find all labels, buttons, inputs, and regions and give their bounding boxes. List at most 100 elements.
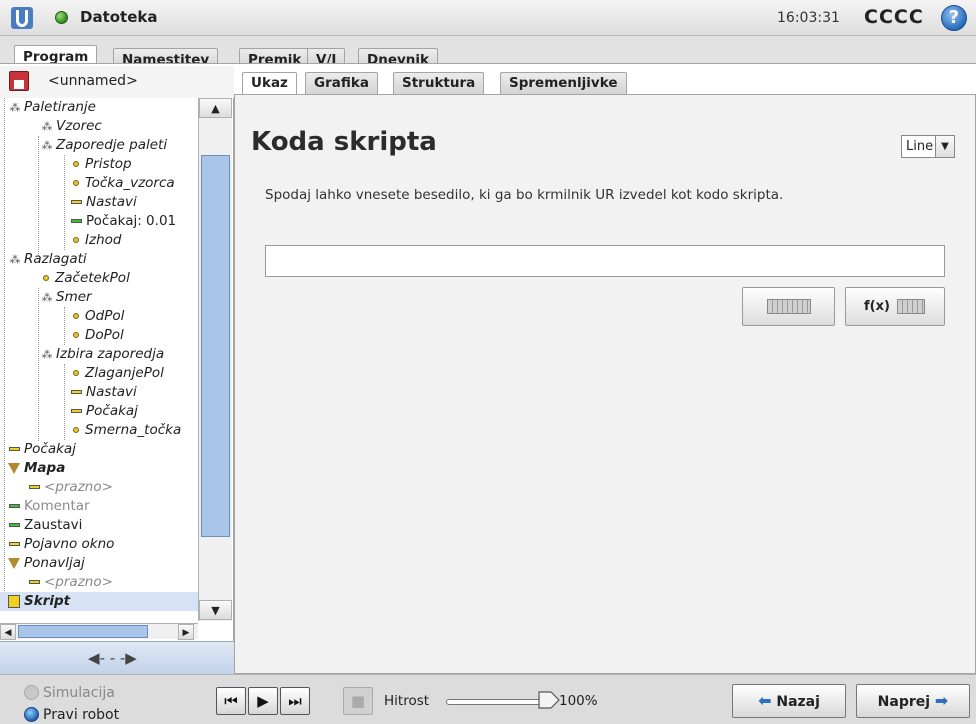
program-name: <unnamed> xyxy=(48,73,138,89)
arrow-left-icon: ⬅ xyxy=(758,691,772,710)
tab-graphics[interactable]: Grafika xyxy=(305,72,378,94)
group-node-icon xyxy=(40,288,54,307)
empty-slot-icon xyxy=(29,485,40,489)
tree-item[interactable]: ZlaganjePol xyxy=(70,364,164,383)
tree-item[interactable]: Smerna_točka xyxy=(70,421,181,440)
tree-item[interactable]: Smer xyxy=(40,288,92,307)
scroll-up-icon[interactable]: ▲ xyxy=(199,98,232,118)
comment-icon xyxy=(9,504,20,508)
program-header: <unnamed> xyxy=(0,66,234,98)
footer-bar: Simulacija Pravi robot ⏮ ▶ ⏭ ■ Hitrost 1… xyxy=(0,674,976,724)
tab-command[interactable]: Ukaz xyxy=(242,72,297,94)
keyboard-icon xyxy=(767,299,811,314)
radio-icon xyxy=(24,707,39,722)
mode-select[interactable]: Line ▼ xyxy=(901,135,955,158)
tree-horizontal-scrollbar[interactable]: ◀ ▶ xyxy=(0,623,198,640)
tree-vertical-scrollbar[interactable]: ▲ ▼ xyxy=(198,98,232,621)
slider-handle-icon[interactable] xyxy=(538,691,560,709)
tree-item[interactable]: Počakaj xyxy=(70,402,138,421)
tree-item[interactable]: Paletiranje xyxy=(8,98,96,117)
tree-item[interactable]: Mapa xyxy=(8,459,65,478)
tree-item[interactable]: Točka_vzorca xyxy=(70,174,175,193)
back-button[interactable]: ⬅ Nazaj xyxy=(732,684,846,718)
speed-value: 100% xyxy=(559,693,598,709)
chevron-down-icon: ▼ xyxy=(935,136,954,157)
robot-name: CCCC xyxy=(864,6,924,28)
tree-item[interactable]: Nastavi xyxy=(70,193,137,212)
tree-item[interactable]: Počakaj: 0.01 xyxy=(70,212,176,231)
tree-item[interactable]: ZačetekPol xyxy=(40,269,130,288)
skip-back-icon: ⏮ xyxy=(224,692,238,710)
popup-icon xyxy=(9,542,20,546)
description-text: Spodaj lahko vnesete besedilo, ki ga bo … xyxy=(265,187,784,203)
resize-arrows-icon: ◀- - -▶ xyxy=(88,649,137,667)
tab-variables[interactable]: Spremenljivke xyxy=(500,72,627,94)
group-node-icon xyxy=(40,117,54,136)
tree-item[interactable]: Zaustavi xyxy=(8,516,82,535)
tab-structure[interactable]: Struktura xyxy=(393,72,485,94)
waypoint-icon xyxy=(73,369,79,376)
tree-item[interactable]: Komentar xyxy=(8,497,90,516)
group-node-icon xyxy=(8,250,22,269)
save-disk-icon[interactable] xyxy=(9,71,29,91)
tree-item[interactable]: Ponavljaj xyxy=(8,554,85,573)
waypoint-icon xyxy=(73,160,79,167)
real-robot-option[interactable]: Pravi robot xyxy=(24,707,119,723)
panel-resize-handle[interactable]: ◀- - -▶ xyxy=(0,641,234,674)
scroll-thumb[interactable] xyxy=(201,155,230,537)
scroll-right-icon[interactable]: ▶ xyxy=(178,624,194,640)
tree-item[interactable]: Razlagati xyxy=(8,250,87,269)
loop-icon xyxy=(8,557,20,569)
stop-icon: ■ xyxy=(350,692,366,710)
tree-item[interactable]: Nastavi xyxy=(70,383,137,402)
tree-item[interactable]: Zaporedje paleti xyxy=(40,136,167,155)
tree-item[interactable]: Pojavno okno xyxy=(8,535,114,554)
file-status-icon xyxy=(55,11,68,24)
wait-icon xyxy=(71,219,82,223)
stop-button[interactable]: ■ xyxy=(343,687,373,715)
halt-icon xyxy=(9,523,20,527)
ur-logo-icon xyxy=(11,7,33,29)
tree-item[interactable]: OdPol xyxy=(70,307,124,326)
keyboard-icon xyxy=(897,299,925,314)
play-button[interactable]: ▶ xyxy=(248,687,278,715)
next-button[interactable]: Naprej ➡ xyxy=(856,684,970,718)
speed-slider[interactable] xyxy=(446,699,546,705)
tree-item[interactable]: Izbira zaporedja xyxy=(40,345,164,364)
waypoint-icon xyxy=(73,331,79,338)
scroll-left-icon[interactable]: ◀ xyxy=(0,624,16,640)
command-panel: Ukaz Grafika Struktura Spremenljivke Kod… xyxy=(234,66,976,674)
help-icon[interactable]: ? xyxy=(941,5,967,31)
scroll-thumb[interactable] xyxy=(18,625,148,638)
script-icon xyxy=(8,594,20,608)
tree-item[interactable]: <prazno> xyxy=(28,478,113,497)
clock: 16:03:31 xyxy=(777,10,840,26)
waypoint-icon xyxy=(73,426,79,433)
page-title: Koda skripta xyxy=(251,127,437,157)
tree-item[interactable]: Izhod xyxy=(70,231,121,250)
waypoint-icon xyxy=(73,179,79,186)
arrow-right-icon: ➡ xyxy=(934,691,949,710)
wait-icon xyxy=(9,447,20,451)
play-icon: ▶ xyxy=(257,692,269,710)
skip-forward-icon: ⏭ xyxy=(288,692,302,710)
file-menu[interactable]: Datoteka xyxy=(80,8,158,26)
tree-item[interactable]: Pristop xyxy=(70,155,132,174)
tree-item[interactable]: DoPol xyxy=(70,326,124,345)
keyboard-button[interactable] xyxy=(742,287,835,326)
simulation-option[interactable]: Simulacija xyxy=(24,685,115,701)
tree-item[interactable]: Počakaj xyxy=(8,440,76,459)
tree-item-selected[interactable]: Skript xyxy=(0,592,198,611)
formula-keyboard-button[interactable]: f(x) xyxy=(845,287,945,326)
command-content: Koda skripta Line ▼ Spodaj lahko vnesete… xyxy=(234,94,976,674)
step-button[interactable]: ⏭ xyxy=(280,687,310,715)
script-input[interactable] xyxy=(265,245,945,277)
tree-item[interactable]: <prazno> xyxy=(28,573,113,592)
set-icon xyxy=(71,200,82,204)
tree-item[interactable]: Vzorec xyxy=(40,117,102,136)
speed-label: Hitrost xyxy=(384,693,430,709)
sub-tabs: Ukaz Grafika Struktura Spremenljivke xyxy=(234,66,976,96)
program-tree-panel: <unnamed> Paletiranje Vzorec Zaporedje p… xyxy=(0,66,234,674)
rewind-button[interactable]: ⏮ xyxy=(216,687,246,715)
scroll-down-icon[interactable]: ▼ xyxy=(199,600,232,620)
